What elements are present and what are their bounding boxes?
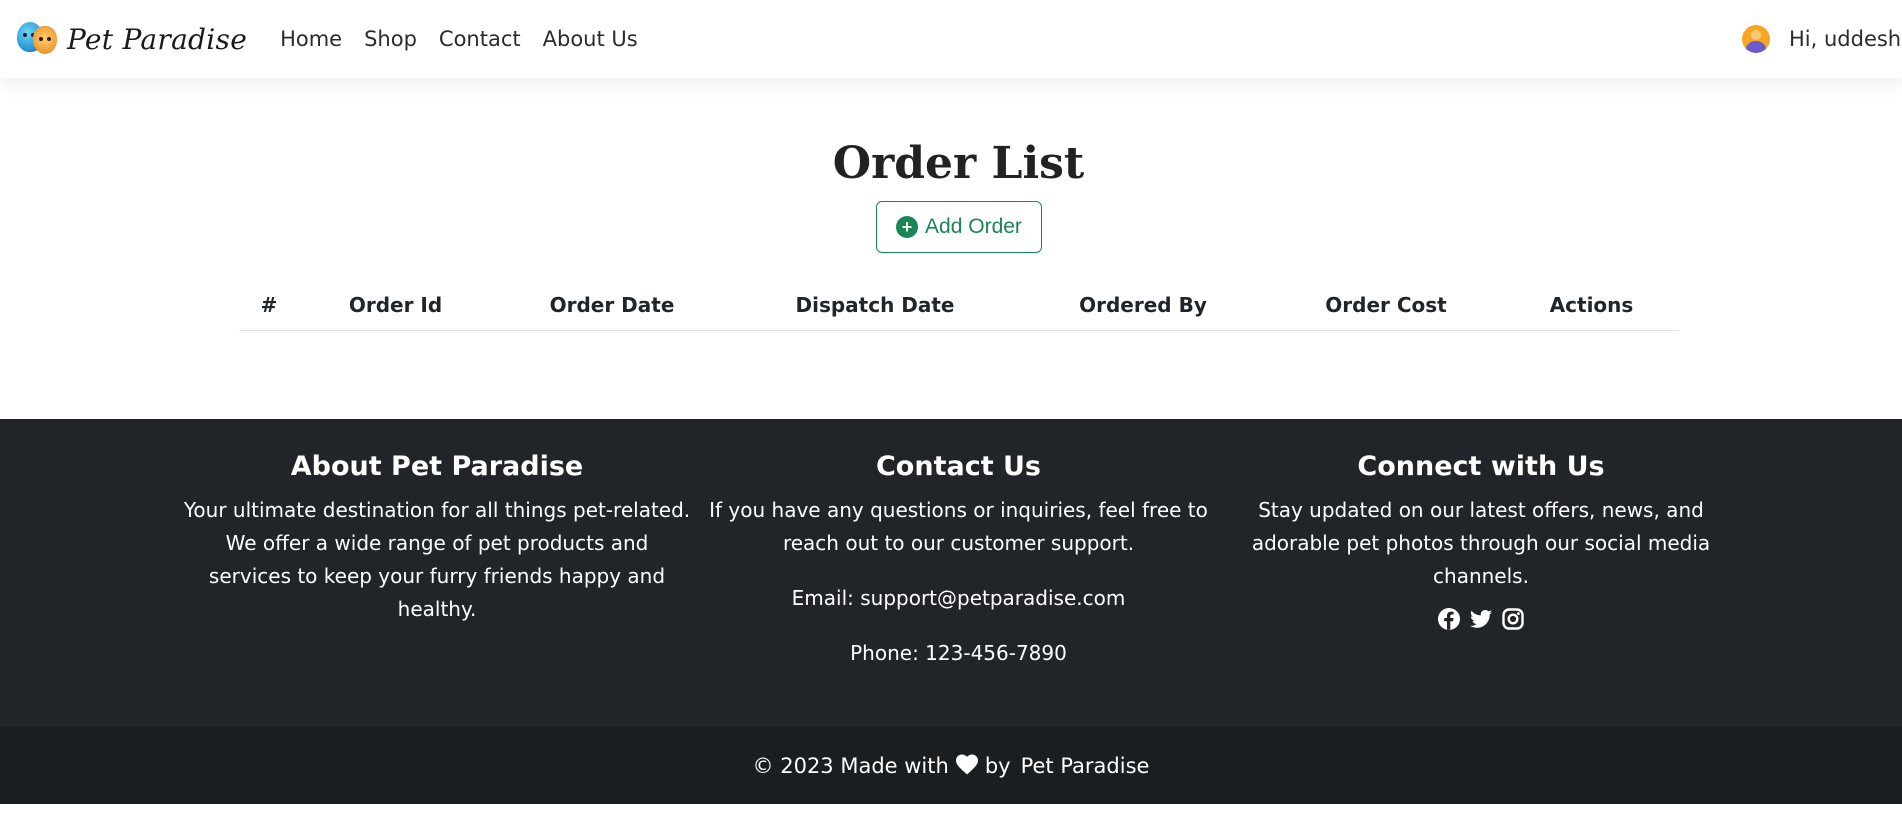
nav-link-contact[interactable]: Contact: [439, 27, 521, 51]
add-order-label: Add Order: [925, 215, 1022, 238]
footer-contact-section: Contact Us If you have any questions or …: [701, 451, 1216, 670]
navbar: Pet Paradise Home Shop Contact About Us …: [0, 0, 1902, 78]
column-header-order-id: Order Id: [299, 280, 492, 331]
footer-contact-title: Contact Us: [875, 451, 1042, 482]
brand-name: Pet Paradise: [67, 22, 248, 56]
page-title: Order List: [832, 138, 1085, 189]
footer-connect-title: Connect with Us: [1357, 451, 1605, 482]
footer-connect-text: Stay updated on our latest offers, news,…: [1251, 498, 1711, 588]
table-header-row: # Order Id Order Date Dispatch Date Orde…: [239, 280, 1679, 331]
nav-link-about-us[interactable]: About Us: [543, 27, 638, 51]
column-header-index: #: [239, 280, 299, 331]
instagram-icon[interactable]: [1501, 607, 1525, 631]
nav-links: Home Shop Contact About Us: [280, 27, 660, 51]
orders-table: # Order Id Order Date Dispatch Date Orde…: [239, 280, 1679, 331]
copyright-by: by: [984, 753, 1011, 778]
column-header-order-date: Order Date: [492, 280, 732, 331]
column-header-order-cost: Order Cost: [1268, 280, 1504, 331]
footer-copyright-bar: © 2023 Made with by Pet Paradise: [0, 727, 1902, 804]
footer: About Pet Paradise Your ultimate destina…: [0, 419, 1902, 727]
column-header-dispatch-date: Dispatch Date: [732, 280, 1018, 331]
copyright-prefix: © 2023 Made with: [752, 753, 949, 778]
avatar[interactable]: [1742, 25, 1770, 53]
column-header-ordered-by: Ordered By: [1018, 280, 1268, 331]
user-menu[interactable]: Hi, uddesh: [1742, 0, 1901, 78]
user-greeting[interactable]: Hi, uddesh: [1789, 27, 1901, 51]
twitter-icon[interactable]: [1469, 607, 1493, 631]
column-header-actions: Actions: [1504, 280, 1679, 331]
footer-connect-section: Connect with Us Stay updated on our late…: [1226, 451, 1736, 631]
nav-link-home[interactable]: Home: [280, 27, 342, 51]
footer-about-title: About Pet Paradise: [290, 451, 584, 482]
footer-contact-phone: Phone: 123-456-7890: [850, 641, 1067, 665]
footer-about-section: About Pet Paradise Your ultimate destina…: [182, 451, 692, 626]
copyright-brand[interactable]: Pet Paradise: [1021, 754, 1150, 778]
add-order-button[interactable]: + Add Order: [876, 201, 1042, 253]
social-links: [1226, 607, 1736, 631]
footer-contact-email: Email: support@petparadise.com: [791, 586, 1126, 610]
brand-link[interactable]: Pet Paradise: [17, 20, 247, 58]
heart-icon: [955, 754, 978, 774]
plus-circle-icon: +: [896, 216, 919, 238]
footer-contact-text: If you have any questions or inquiries, …: [709, 498, 1208, 555]
facebook-icon[interactable]: [1437, 607, 1461, 631]
pet-logo-icon: [17, 20, 57, 58]
nav-link-shop[interactable]: Shop: [364, 27, 417, 51]
footer-about-text: Your ultimate destination for all things…: [183, 498, 691, 621]
